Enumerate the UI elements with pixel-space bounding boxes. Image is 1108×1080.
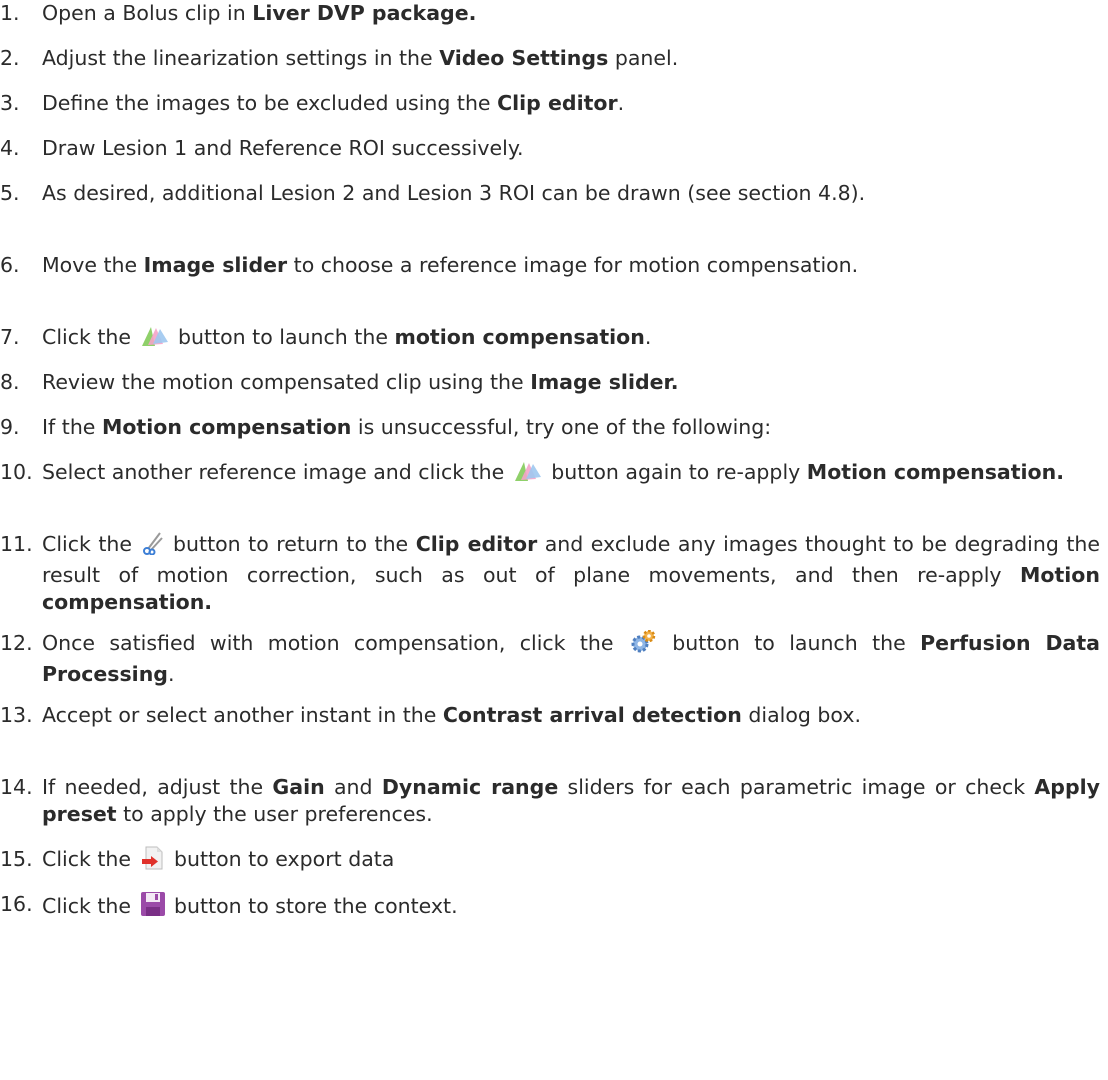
step-text: As desired, additional Lesion 2 and Lesi… (42, 180, 1100, 207)
text-run: Click the (42, 532, 140, 556)
text-run: As desired, additional Lesion 2 and Lesi… (42, 181, 866, 205)
step-number: 11. (0, 532, 33, 556)
step-number: 2. (0, 46, 20, 70)
bold-term: Dynamic range (381, 775, 559, 799)
step-text: Move the Image slider to choose a refere… (42, 252, 1100, 279)
text-run: Open a Bolus clip in (42, 1, 253, 25)
text-run: Click the (42, 894, 138, 918)
text-run: to choose a reference image for motion c… (287, 253, 859, 277)
text-run: If needed, adjust the (42, 775, 273, 799)
step-text: Adjust the linearization settings in the… (42, 45, 1100, 72)
step-number: 13. (0, 703, 33, 727)
step-number: 4. (0, 136, 20, 160)
text-run: sliders for each parametric image or che… (558, 775, 1035, 799)
bold-term: Motion compensation. (806, 460, 1065, 484)
text-run: Review the motion compensated clip using… (42, 370, 531, 394)
step-text: If needed, adjust the Gain and Dynamic r… (42, 774, 1100, 828)
motion-compensation-icon (140, 324, 170, 355)
step-number: 5. (0, 181, 20, 205)
step-number: 14. (0, 775, 33, 799)
step-text: Click the button to launch the motion co… (42, 324, 1100, 355)
motion-compensation-icon (513, 459, 543, 490)
save-icon (140, 891, 166, 924)
step-number: 7. (0, 325, 20, 349)
text-run: Accept or select another instant in the (42, 703, 443, 727)
step-number: 1. (0, 1, 20, 25)
step-text: Select another reference image and click… (42, 459, 1100, 490)
text-run: dialog box. (741, 703, 861, 727)
text-run: . (617, 91, 625, 115)
text-run: button to export data (167, 847, 395, 871)
text-run: . (167, 662, 175, 686)
text-run: to apply the user preferences. (116, 802, 433, 826)
bold-term: Motion compensation (101, 415, 352, 439)
text-run: button to return to the (165, 532, 416, 556)
step-text: If the Motion compensation is unsuccessf… (42, 414, 1100, 441)
step-number: 9. (0, 415, 20, 439)
step-text: Draw Lesion 1 and Reference ROI successi… (42, 135, 1100, 162)
export-icon (140, 846, 166, 877)
step-number: 12. (0, 631, 33, 655)
text-run: Move the (42, 253, 144, 277)
bold-term: Image slider (143, 253, 288, 277)
text-run: If the (42, 415, 102, 439)
bold-term: motion compensation (394, 325, 645, 349)
bold-term: Gain (272, 775, 325, 799)
bold-term: Contrast arrival detection (442, 703, 742, 727)
text-run: button again to re-apply (544, 460, 807, 484)
text-run: button to launch the (657, 631, 921, 655)
text-run: Once satisfied with motion compensation,… (42, 631, 628, 655)
step-number: 15. (0, 847, 33, 871)
text-run: Adjust the linearization settings in the (42, 46, 440, 70)
text-run: Click the (42, 847, 138, 871)
text-run: Select another reference image and click… (42, 460, 511, 484)
step-number: 6. (0, 253, 20, 277)
text-run: . (644, 325, 652, 349)
text-run: and (324, 775, 382, 799)
step-text: Click the button to export data (42, 846, 1100, 877)
bold-term: Clip editor (415, 532, 538, 556)
bold-term: Liver DVP package. (252, 1, 477, 25)
step-number: 16. (0, 892, 33, 916)
step-number: 3. (0, 91, 20, 115)
bold-term: Clip editor (497, 91, 618, 115)
gears-icon (630, 629, 656, 661)
step-text: Click the button to return to the Clip e… (42, 531, 1100, 616)
scissors-icon (142, 531, 164, 562)
step-text: Accept or select another instant in the … (42, 702, 1100, 729)
bold-term: Video Settings (439, 46, 609, 70)
bold-term: Image slider. (530, 370, 679, 394)
step-text: Open a Bolus clip in Liver DVP package. (42, 0, 1100, 27)
text-run: Click the (42, 325, 138, 349)
step-text: Once satisfied with motion compensation,… (42, 629, 1100, 688)
step-text: Define the images to be excluded using t… (42, 90, 1100, 117)
step-text: Review the motion compensated clip using… (42, 369, 1100, 396)
text-run: button to launch the (171, 325, 395, 349)
procedure-list: 1. Open a Bolus clip in Liver DVP package… (0, 0, 1108, 1080)
step-number: 10. (0, 460, 33, 484)
step-number: 8. (0, 370, 20, 394)
step-text: Click the button to store the context. (42, 891, 1100, 924)
text-run: panel. (608, 46, 679, 70)
text-run: Draw Lesion 1 and Reference ROI successi… (42, 136, 524, 160)
text-run: is unsuccessful, try one of the followin… (351, 415, 772, 439)
text-run: Define the images to be excluded using t… (42, 91, 498, 115)
text-run: button to store the context. (167, 894, 458, 918)
